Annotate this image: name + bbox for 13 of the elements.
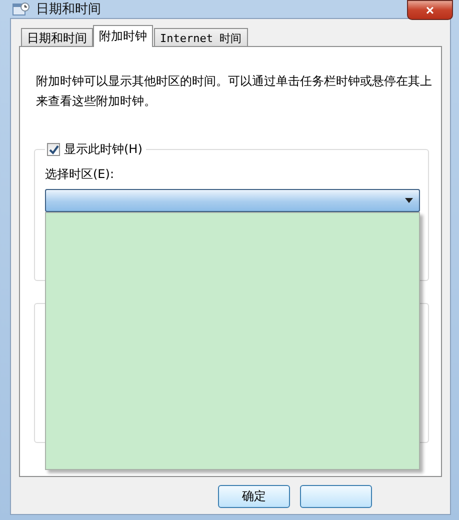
tab[interactable]: 附加时钟 [93,25,153,47]
calendar-clock-icon [12,1,30,17]
caret-icon [405,198,413,203]
tab[interactable]: 日期和时间 [21,28,93,47]
ok-button[interactable]: 确定 [218,485,290,508]
description-text: 附加时钟可以显示其他时区的时间。可以通过单击任务栏时钟或悬停在其上来查看这些附加时钟。 [36,73,433,110]
dialog-button[interactable] [300,485,372,508]
tab[interactable]: Internet 时间 [154,28,248,47]
close-button[interactable]: × [407,0,453,20]
window-title: 日期和时间 [36,1,101,18]
timezone-label: 选择时区(E): [45,166,115,183]
timezone-dropdown[interactable] [45,189,420,212]
checkbox[interactable] [47,143,60,156]
